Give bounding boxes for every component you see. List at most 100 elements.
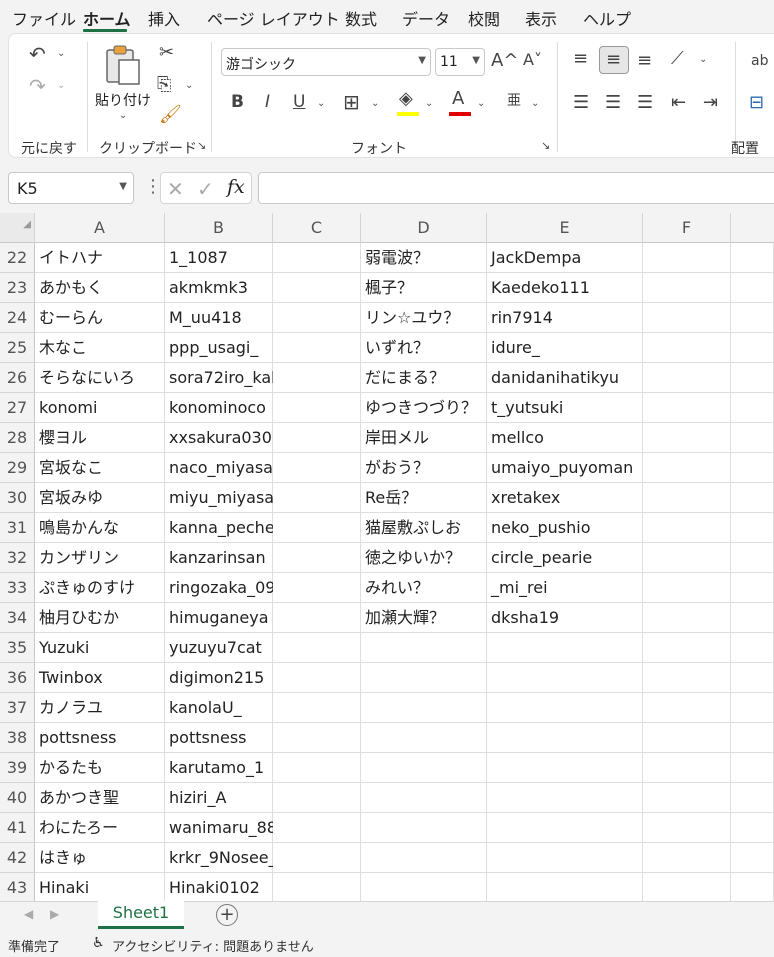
cell-c[interactable] bbox=[273, 693, 361, 723]
cell-c[interactable] bbox=[273, 633, 361, 663]
orientation-icon[interactable]: ⟋ bbox=[671, 50, 684, 68]
decrease-indent-icon[interactable]: ⇤ bbox=[671, 94, 686, 112]
column-header-f[interactable]: F bbox=[643, 213, 731, 243]
cell-b[interactable]: hiziri_A bbox=[165, 783, 273, 813]
cell-c[interactable] bbox=[273, 723, 361, 753]
cell-f[interactable] bbox=[643, 303, 731, 333]
shrink-font-icon[interactable]: A˅ bbox=[523, 52, 542, 68]
cell-a[interactable]: Yuzuki bbox=[35, 633, 165, 663]
cell-g[interactable] bbox=[731, 303, 774, 333]
cell-b[interactable]: konominoco bbox=[165, 393, 273, 423]
cell-e[interactable]: JackDempa bbox=[487, 243, 643, 273]
cell-b[interactable]: 1_1087 bbox=[165, 243, 273, 273]
cell-f[interactable] bbox=[643, 333, 731, 363]
borders-icon[interactable]: ⊞ bbox=[343, 92, 360, 112]
cell-g[interactable] bbox=[731, 873, 774, 902]
borders-dropdown-icon[interactable]: ⌄ bbox=[371, 98, 379, 109]
cell-g[interactable] bbox=[731, 573, 774, 603]
cell-a[interactable]: 宮坂みゆ bbox=[35, 483, 165, 513]
cell-f[interactable] bbox=[643, 693, 731, 723]
cell-a[interactable]: pottsness bbox=[35, 723, 165, 753]
cell-d[interactable] bbox=[361, 693, 487, 723]
italic-button[interactable]: I bbox=[265, 94, 270, 111]
cell-g[interactable] bbox=[731, 783, 774, 813]
cell-a[interactable]: 鳴島かんな bbox=[35, 513, 165, 543]
cell-f[interactable] bbox=[643, 873, 731, 902]
row-header[interactable]: 40 bbox=[0, 783, 35, 813]
cell-d[interactable] bbox=[361, 663, 487, 693]
cell-e[interactable]: xretakex bbox=[487, 483, 643, 513]
align-middle-button[interactable]: ≡ bbox=[599, 46, 629, 74]
cell-d[interactable] bbox=[361, 753, 487, 783]
column-header-g[interactable] bbox=[731, 213, 774, 243]
cell-a[interactable]: はきゅ bbox=[35, 843, 165, 873]
cell-f[interactable] bbox=[643, 423, 731, 453]
cell-c[interactable] bbox=[273, 603, 361, 633]
row-header[interactable]: 33 bbox=[0, 573, 35, 603]
column-header-d[interactable]: D bbox=[361, 213, 487, 243]
copy-dropdown-icon[interactable]: ⌄ bbox=[185, 80, 193, 91]
name-box[interactable]: K5 ▼ bbox=[8, 172, 134, 204]
cell-a[interactable]: そらなにいろ bbox=[35, 363, 165, 393]
cell-a[interactable]: イトハナ bbox=[35, 243, 165, 273]
align-right-icon[interactable]: ☰ bbox=[637, 94, 653, 112]
cell-a[interactable]: むーらん bbox=[35, 303, 165, 333]
column-header-c[interactable]: C bbox=[273, 213, 361, 243]
insert-function-button[interactable]: fx bbox=[227, 176, 245, 198]
clipboard-launcher-icon[interactable]: ↘ bbox=[197, 140, 206, 151]
underline-dropdown-icon[interactable]: ⌄ bbox=[317, 98, 325, 109]
cell-a[interactable]: 櫻ヨル bbox=[35, 423, 165, 453]
cell-e[interactable] bbox=[487, 873, 643, 902]
cell-e[interactable]: _mi_rei bbox=[487, 573, 643, 603]
cell-f[interactable] bbox=[643, 663, 731, 693]
copy-icon[interactable]: ⎘ bbox=[157, 76, 171, 94]
cell-d[interactable]: みれい？ bbox=[361, 573, 487, 603]
cell-f[interactable] bbox=[643, 573, 731, 603]
cell-a[interactable]: Hinaki bbox=[35, 873, 165, 902]
align-bottom-icon[interactable]: ≡ bbox=[637, 52, 652, 70]
cell-b[interactable]: naco_miyasaka bbox=[165, 453, 292, 483]
fill-dropdown-icon[interactable]: ⌄ bbox=[425, 98, 433, 109]
prev-sheet-icon[interactable]: ◀ bbox=[24, 907, 33, 921]
cell-e[interactable]: idure_ bbox=[487, 333, 643, 363]
cell-c[interactable] bbox=[273, 393, 361, 423]
cell-d[interactable] bbox=[361, 813, 487, 843]
cell-f[interactable] bbox=[643, 453, 731, 483]
cell-e[interactable]: mellco bbox=[487, 423, 643, 453]
cell-g[interactable] bbox=[731, 423, 774, 453]
fill-color-button[interactable]: ◈ bbox=[397, 90, 421, 116]
tab-file[interactable]: ファイル bbox=[12, 6, 76, 30]
undo-icon[interactable]: ↶ bbox=[29, 44, 46, 64]
cell-f[interactable] bbox=[643, 273, 731, 303]
cell-c[interactable] bbox=[273, 843, 361, 873]
cell-c[interactable] bbox=[273, 363, 361, 393]
cell-a[interactable]: ぷきゅのすけ bbox=[35, 573, 165, 603]
cell-b[interactable]: xxsakura0303xx bbox=[165, 423, 301, 453]
cell-e[interactable] bbox=[487, 693, 643, 723]
cell-b[interactable]: digimon215 bbox=[165, 663, 273, 693]
cell-c[interactable] bbox=[273, 753, 361, 783]
row-header[interactable]: 23 bbox=[0, 273, 35, 303]
cell-f[interactable] bbox=[643, 393, 731, 423]
cell-d[interactable]: 加瀬大輝？ bbox=[361, 603, 487, 633]
cell-b[interactable]: krkr_9Nosee_ bbox=[165, 843, 277, 873]
cell-d[interactable] bbox=[361, 633, 487, 663]
row-header[interactable]: 30 bbox=[0, 483, 35, 513]
cell-c[interactable] bbox=[273, 783, 361, 813]
cell-b[interactable]: M_uu418 bbox=[165, 303, 273, 333]
row-header[interactable]: 24 bbox=[0, 303, 35, 333]
paste-button[interactable]: 貼り付け ⌄ bbox=[95, 42, 151, 122]
row-header[interactable]: 25 bbox=[0, 333, 35, 363]
row-header[interactable]: 41 bbox=[0, 813, 35, 843]
cell-g[interactable] bbox=[731, 513, 774, 543]
orientation-dropdown-icon[interactable]: ⌄ bbox=[699, 54, 707, 65]
cell-f[interactable] bbox=[643, 843, 731, 873]
align-center-icon[interactable]: ☰ bbox=[605, 94, 621, 112]
cell-c[interactable] bbox=[273, 273, 361, 303]
row-header[interactable]: 34 bbox=[0, 603, 35, 633]
cell-c[interactable] bbox=[273, 453, 361, 483]
cell-a[interactable]: konomi bbox=[35, 393, 165, 423]
row-header[interactable]: 39 bbox=[0, 753, 35, 783]
cell-c[interactable] bbox=[273, 333, 361, 363]
cell-b[interactable]: miyu_miyasaka bbox=[165, 483, 293, 513]
